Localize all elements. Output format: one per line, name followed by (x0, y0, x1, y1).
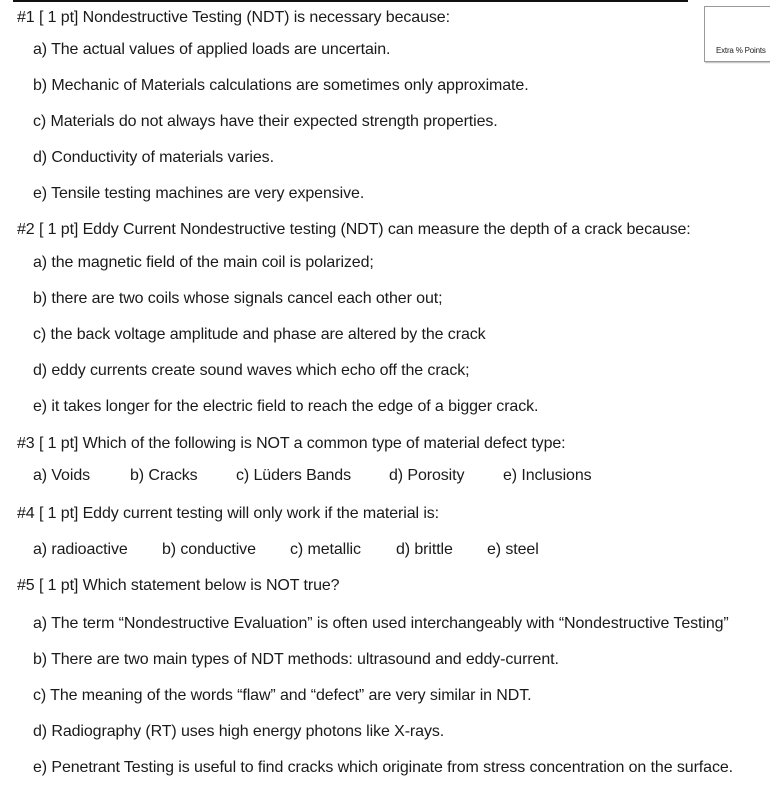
answer-option[interactable]: c) metallic (290, 541, 361, 559)
answer-option[interactable]: b) conductive (162, 541, 256, 559)
answer-option[interactable]: d) Porosity (389, 467, 464, 485)
answer-options-row: a) Voids b) Cracks c) Lüders Bands d) Po… (33, 467, 733, 487)
answer-option[interactable]: e) steel (487, 541, 539, 559)
question-header: #3 [ 1 pt] Which of the following is NOT… (17, 435, 566, 452)
answer-option[interactable]: b) Cracks (130, 467, 198, 485)
top-rule (13, 0, 688, 2)
answer-option[interactable]: b) there are two coils whose signals can… (33, 290, 443, 308)
answer-option[interactable]: d) Radiography (RT) uses high energy pho… (33, 723, 444, 741)
answer-option[interactable]: d) brittle (396, 541, 453, 559)
answer-option[interactable]: e) Penetrant Testing is useful to find c… (33, 759, 733, 777)
answer-option[interactable]: d) Conductivity of materials varies. (33, 149, 274, 167)
answer-option[interactable]: c) the back voltage amplitude and phase … (33, 326, 486, 344)
answer-option[interactable]: e) it takes longer for the electric fiel… (33, 398, 538, 416)
question-header: #4 [ 1 pt] Eddy current testing will onl… (17, 505, 440, 522)
question-header: #5 [ 1 pt] Which statement below is NOT … (17, 577, 340, 594)
question-header: #2 [ 1 pt] Eddy Current Nondestructive t… (17, 221, 691, 238)
answer-option[interactable]: a) the magnetic field of the main coil i… (33, 254, 374, 272)
answer-option[interactable]: c) The meaning of the words “flaw” and “… (33, 687, 532, 705)
answer-option[interactable]: b) There are two main types of NDT metho… (33, 651, 559, 669)
answer-options-row: a) radioactive b) conductive c) metallic… (33, 541, 733, 561)
answer-option[interactable]: b) Mechanic of Materials calculations ar… (33, 77, 529, 95)
extra-points-label: Extra % Points (716, 46, 766, 55)
extra-points-box[interactable]: Extra % Points (704, 6, 770, 62)
answer-option[interactable]: e) Inclusions (503, 467, 592, 485)
question-header: #1 [ 1 pt] Nondestructive Testing (NDT) … (17, 9, 450, 26)
answer-option[interactable]: e) Tensile testing machines are very exp… (33, 185, 364, 203)
answer-option[interactable]: a) Voids (33, 467, 90, 485)
answer-option[interactable]: a) The term “Nondestructive Evaluation” … (33, 615, 729, 633)
answer-option[interactable]: d) eddy currents create sound waves whic… (33, 362, 470, 380)
answer-option[interactable]: c) Materials do not always have their ex… (33, 113, 498, 131)
answer-option[interactable]: a) radioactive (33, 541, 128, 559)
answer-option[interactable]: a) The actual values of applied loads ar… (33, 41, 391, 59)
answer-option[interactable]: c) Lüders Bands (236, 467, 351, 485)
